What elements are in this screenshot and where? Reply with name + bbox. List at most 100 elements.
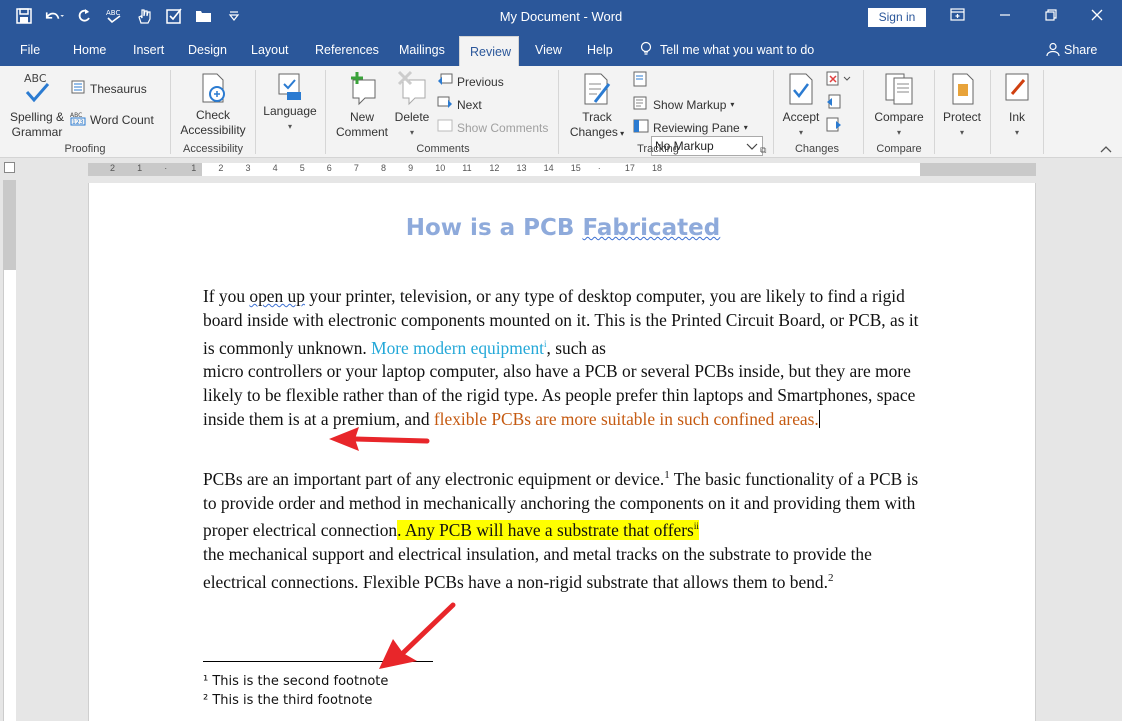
sign-in-button[interactable]: Sign in bbox=[868, 8, 926, 27]
tab-references[interactable]: References bbox=[305, 34, 389, 66]
ruler-tick-label: 1 bbox=[191, 163, 197, 173]
track-changes-button[interactable]: Track Changes ▾ bbox=[566, 70, 628, 141]
share-button[interactable]: Share bbox=[1046, 34, 1097, 66]
delete-comment-button[interactable]: Delete ▾ bbox=[392, 70, 432, 140]
ribbon-tab-bar: File Home Insert Design Layout Reference… bbox=[0, 34, 1122, 66]
tab-help[interactable]: Help bbox=[577, 34, 623, 66]
ruler-tick-label: 5 bbox=[299, 163, 305, 173]
ruler-tick-label: 2 bbox=[110, 163, 116, 173]
previous-change-icon[interactable] bbox=[826, 94, 842, 110]
minimize-icon[interactable] bbox=[998, 8, 1012, 25]
ruler-tick-label: 4 bbox=[272, 163, 278, 173]
word-count-icon: ABC 123 bbox=[70, 110, 86, 129]
accessibility-group-label: Accessibility bbox=[183, 143, 243, 155]
chevron-down-icon: ▾ bbox=[743, 123, 748, 132]
chevron-down-icon: ▾ bbox=[1014, 128, 1019, 137]
highlighted-text-blue: More modern equipment bbox=[371, 337, 545, 358]
chevron-down-icon: ▾ bbox=[617, 129, 625, 138]
previous-comment-button[interactable]: Previous bbox=[437, 73, 504, 90]
previous-comment-icon bbox=[437, 73, 453, 90]
ruler-tick-label: 14 bbox=[543, 163, 554, 173]
word-count-button[interactable]: ABC 123 Word Count bbox=[70, 110, 154, 129]
spelling-check-icon: ABC bbox=[6, 70, 68, 110]
compare-group-label: Compare bbox=[876, 143, 922, 155]
tab-selector[interactable] bbox=[4, 162, 15, 173]
accept-button[interactable]: Accept ▾ bbox=[778, 70, 824, 140]
ruler-tick-label: 12 bbox=[489, 163, 500, 173]
tab-layout[interactable]: Layout bbox=[241, 34, 299, 66]
new-comment-button[interactable]: New Comment bbox=[332, 70, 392, 140]
track-changes-icon bbox=[566, 70, 628, 110]
ruler-tick-label: 6 bbox=[326, 163, 332, 173]
close-icon[interactable] bbox=[1090, 8, 1104, 25]
restore-icon[interactable] bbox=[1044, 8, 1058, 25]
title-bar: ABC My Document - Word Sign in bbox=[0, 0, 1122, 34]
reviewing-pane-button[interactable]: Reviewing Pane ▾ bbox=[633, 119, 748, 136]
ink-button[interactable]: Ink ▾ bbox=[995, 70, 1039, 140]
protect-button[interactable]: Protect ▾ bbox=[938, 70, 986, 140]
delete-comment-icon bbox=[392, 70, 432, 110]
accessibility-check-icon bbox=[177, 72, 249, 108]
language-icon bbox=[258, 72, 322, 104]
paragraph-2[interactable]: PCBs are an important part of any electr… bbox=[203, 464, 928, 594]
ruler-tick-label: 7 bbox=[353, 163, 359, 173]
spelling-grammar-button[interactable]: ABC Spelling & Grammar bbox=[6, 70, 68, 140]
ruler-tick-label: · bbox=[164, 163, 168, 173]
dialog-launcher-icon[interactable]: ⧉ bbox=[760, 145, 766, 156]
ruler-tick-label: 17 bbox=[624, 163, 635, 173]
tab-mailings[interactable]: Mailings bbox=[389, 34, 455, 66]
tell-me-search[interactable]: Tell me what you want to do bbox=[640, 34, 814, 66]
footnote-reference[interactable]: 2 bbox=[828, 572, 834, 584]
ruler-tick-label: 2 bbox=[218, 163, 224, 173]
ruler-tick-label: 9 bbox=[408, 163, 414, 173]
document-heading[interactable]: How is a PCB Fabricated bbox=[89, 215, 1037, 241]
chevron-down-icon bbox=[746, 137, 758, 160]
footnote-2[interactable]: ² This is the third footnote bbox=[203, 693, 372, 708]
tab-review[interactable]: Review bbox=[459, 36, 519, 66]
chevron-down-icon: ▾ bbox=[730, 100, 735, 109]
check-accessibility-button[interactable]: Check Accessibility bbox=[177, 72, 249, 138]
proofing-group-label: Proofing bbox=[64, 143, 106, 155]
compare-icon bbox=[868, 70, 930, 110]
reject-change-icon[interactable] bbox=[826, 71, 852, 87]
paragraph-1[interactable]: If you open up your printer, television,… bbox=[203, 285, 928, 432]
thesaurus-button[interactable]: Thesaurus bbox=[70, 79, 147, 98]
next-change-icon[interactable] bbox=[826, 117, 842, 133]
footnote-1[interactable]: ¹ This is the second footnote bbox=[203, 674, 388, 689]
tab-file[interactable]: File bbox=[10, 34, 50, 66]
horizontal-ruler[interactable]: 2 1 · 1 2 3 4 5 6 7 8 9 10 11 12 13 14 15 · 17 18 bbox=[0, 158, 1122, 180]
ruler-tick-label: 15 bbox=[570, 163, 581, 173]
show-markup-button[interactable]: Show Markup ▾ bbox=[633, 96, 734, 113]
red-arrow-icon bbox=[329, 427, 430, 451]
ruler-numbers: 2 1 · 1 2 3 4 5 6 7 8 9 10 11 12 13 14 15 · 17 18 bbox=[88, 163, 1036, 176]
collapse-ribbon-icon[interactable] bbox=[1100, 144, 1112, 154]
highlighted-text-orange: flexible PCBs are more suitable in such … bbox=[433, 408, 819, 429]
review-ribbon: ABC Spelling & Grammar Thesaurus ABC 123 … bbox=[0, 66, 1122, 158]
ruler-tick-label: 10 bbox=[435, 163, 446, 173]
compare-button[interactable]: Compare ▾ bbox=[868, 70, 930, 140]
language-button[interactable]: Language ▾ bbox=[258, 72, 322, 134]
ribbon-display-icon[interactable] bbox=[950, 8, 966, 25]
svg-text:123: 123 bbox=[72, 119, 84, 126]
tab-design[interactable]: Design bbox=[178, 34, 237, 66]
changes-group-label: Changes bbox=[794, 143, 840, 155]
next-comment-icon bbox=[437, 96, 453, 113]
person-icon bbox=[1046, 36, 1060, 68]
group-divider bbox=[1043, 70, 1044, 154]
markup-icon bbox=[633, 71, 649, 87]
document-page[interactable]: How is a PCB Fabricated If you open up y… bbox=[88, 183, 1036, 721]
group-divider bbox=[255, 70, 256, 154]
red-arrow-icon bbox=[379, 602, 456, 669]
svg-text:ABC: ABC bbox=[24, 72, 47, 85]
show-comments-icon bbox=[437, 119, 453, 136]
tab-insert[interactable]: Insert bbox=[123, 34, 174, 66]
next-comment-button[interactable]: Next bbox=[437, 96, 482, 113]
ruler-tick-label: 1 bbox=[137, 163, 143, 173]
lightbulb-icon bbox=[640, 37, 652, 69]
tab-view[interactable]: View bbox=[525, 34, 572, 66]
group-divider bbox=[863, 70, 864, 154]
chevron-down-icon: ▾ bbox=[896, 128, 901, 137]
tab-home[interactable]: Home bbox=[63, 34, 116, 66]
show-comments-button[interactable]: Show Comments bbox=[437, 119, 548, 136]
group-divider bbox=[934, 70, 935, 154]
